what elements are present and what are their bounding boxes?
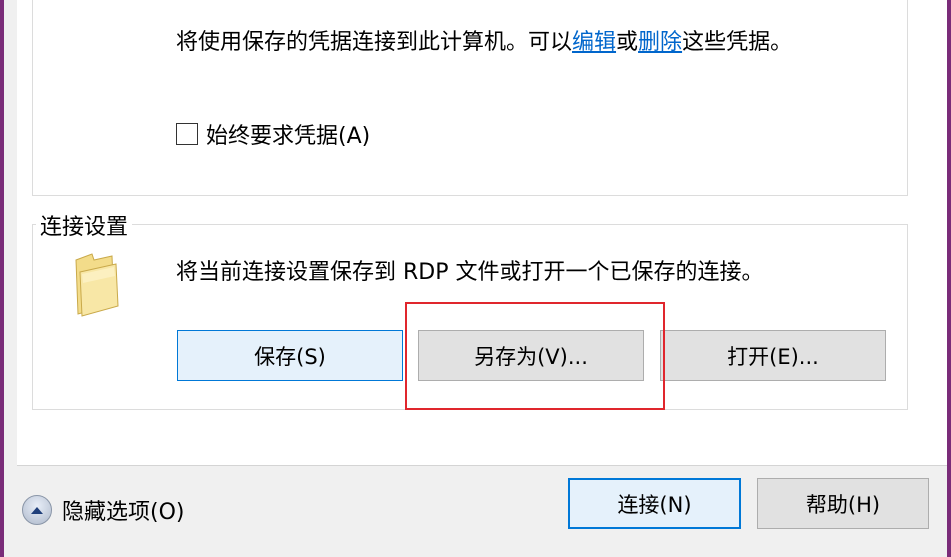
checkbox-box[interactable] [176,123,198,145]
folder-icon [72,252,122,322]
credentials-or-text: 或 [616,30,639,55]
chevron-up-icon[interactable] [22,495,52,525]
help-button[interactable]: 帮助(H) [757,478,929,529]
window-frame-right [947,0,951,557]
connection-settings-group [32,224,908,410]
hide-options-button[interactable]: 隐藏选项(O) [22,494,184,526]
save-as-button[interactable]: 另存为(V)... [418,330,644,381]
delete-credentials-link[interactable]: 删除 [638,30,682,55]
connection-settings-description: 将当前连接设置保存到 RDP 文件或打开一个已保存的连接。 [176,260,764,285]
connect-button[interactable]: 连接(N) [568,478,741,529]
window-frame-left [0,0,4,557]
credentials-description: 将使用保存的凭据连接到此计算机。可以编辑或删除这些凭据。 [176,24,792,56]
open-button[interactable]: 打开(E)... [660,330,886,381]
always-ask-credentials-label: 始终要求凭据(A) [206,124,371,149]
hide-options-label: 隐藏选项(O) [62,500,185,525]
connection-settings-title: 连接设置 [36,209,133,241]
credentials-text-after: 这些凭据。 [682,30,793,55]
edit-credentials-link[interactable]: 编辑 [572,30,616,55]
save-button[interactable]: 保存(S) [177,330,403,381]
credentials-text-before: 将使用保存的凭据连接到此计算机。可以 [176,30,573,55]
always-ask-credentials-checkbox[interactable]: 始终要求凭据(A) [176,118,370,150]
